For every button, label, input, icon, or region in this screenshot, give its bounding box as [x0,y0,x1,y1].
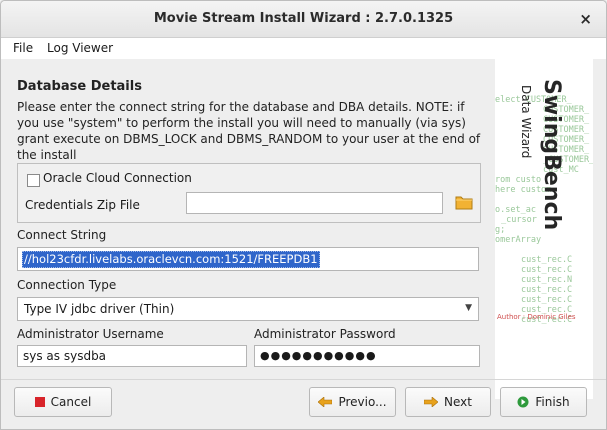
previous-button[interactable]: Previo... [309,387,396,417]
title-bar: Movie Stream Install Wizard : 2.7.0.1325… [1,1,606,38]
next-label: Next [444,395,472,409]
section-title: Database Details [17,79,142,94]
section-description: Please enter the connect string for the … [17,100,481,162]
close-icon[interactable]: × [579,1,592,37]
connect-string-label: Connect String [17,228,107,242]
admin-password-label: Administrator Password [254,327,396,341]
arrow-left-icon [318,397,333,407]
code-line: o.set_ac [495,205,536,215]
admin-username-value: sys as sysdba [23,349,107,363]
connect-string-value: //hol23cfdr.livelabs.oraclevcn.com:1521/… [22,251,320,268]
content-area: Database Details Please enter the connec… [1,59,606,429]
credentials-zip-label: Credentials Zip File [25,198,140,212]
menu-bar: File Log Viewer [1,38,606,59]
folder-icon[interactable] [455,193,473,211]
brand-title: SwingBench [539,79,564,231]
oracle-cloud-checkbox[interactable] [27,174,40,187]
code-line: rom custo [495,175,542,185]
cloud-connection-panel: Oracle Cloud Connection Credentials Zip … [17,163,481,223]
previous-label: Previo... [338,395,387,409]
menu-file[interactable]: File [13,41,33,55]
admin-password-input[interactable]: ●●●●●●●●●●● [254,345,480,367]
connection-type-label: Connection Type [17,278,117,292]
code-line: omerArray [495,235,542,245]
code-line: _cursor [501,215,537,225]
connection-type-select[interactable]: Type IV jdbc driver (Thin) ▼ [17,297,479,321]
finish-label: Finish [535,395,570,409]
finish-icon [517,396,529,408]
arrow-right-icon [424,397,439,407]
code-line: cust_rec.C [521,295,573,305]
connect-string-input[interactable]: //hol23cfdr.livelabs.oraclevcn.com:1521/… [17,247,479,271]
finish-button[interactable]: Finish [500,387,587,417]
cancel-button[interactable]: Cancel [14,387,112,417]
code-line: cust_rec.C [521,265,573,275]
oracle-cloud-label[interactable]: Oracle Cloud Connection [43,171,192,185]
admin-username-input[interactable]: sys as sysdba [17,345,247,367]
chevron-down-icon: ▼ [465,303,472,313]
next-button[interactable]: Next [405,387,491,417]
code-line: cust_rec.C [521,285,573,295]
author-credit: Author : Dominic Giles [497,313,576,321]
button-divider [1,379,606,380]
code-line: cust_rec.N [521,275,573,285]
brand-subtitle: Data Wizard [519,85,533,159]
swingbench-side-panel: elect CUSTOMER_ CUSTOMER_ CUSTOMER_ CUSTOME… [495,59,593,399]
code-line: g; [495,225,506,235]
code-line: cust_rec.C [521,255,573,265]
menu-log-viewer[interactable]: Log Viewer [47,41,113,55]
connection-type-value: Type IV jdbc driver (Thin) [24,302,175,316]
admin-username-label: Administrator Username [17,327,164,341]
credentials-zip-input[interactable] [186,192,443,214]
window-title: Movie Stream Install Wizard : 2.7.0.1325 [153,11,454,26]
admin-password-value: ●●●●●●●●●●● [260,349,377,362]
wizard-window: Movie Stream Install Wizard : 2.7.0.1325… [0,0,607,430]
cancel-label: Cancel [50,395,92,409]
cancel-icon [34,397,45,407]
